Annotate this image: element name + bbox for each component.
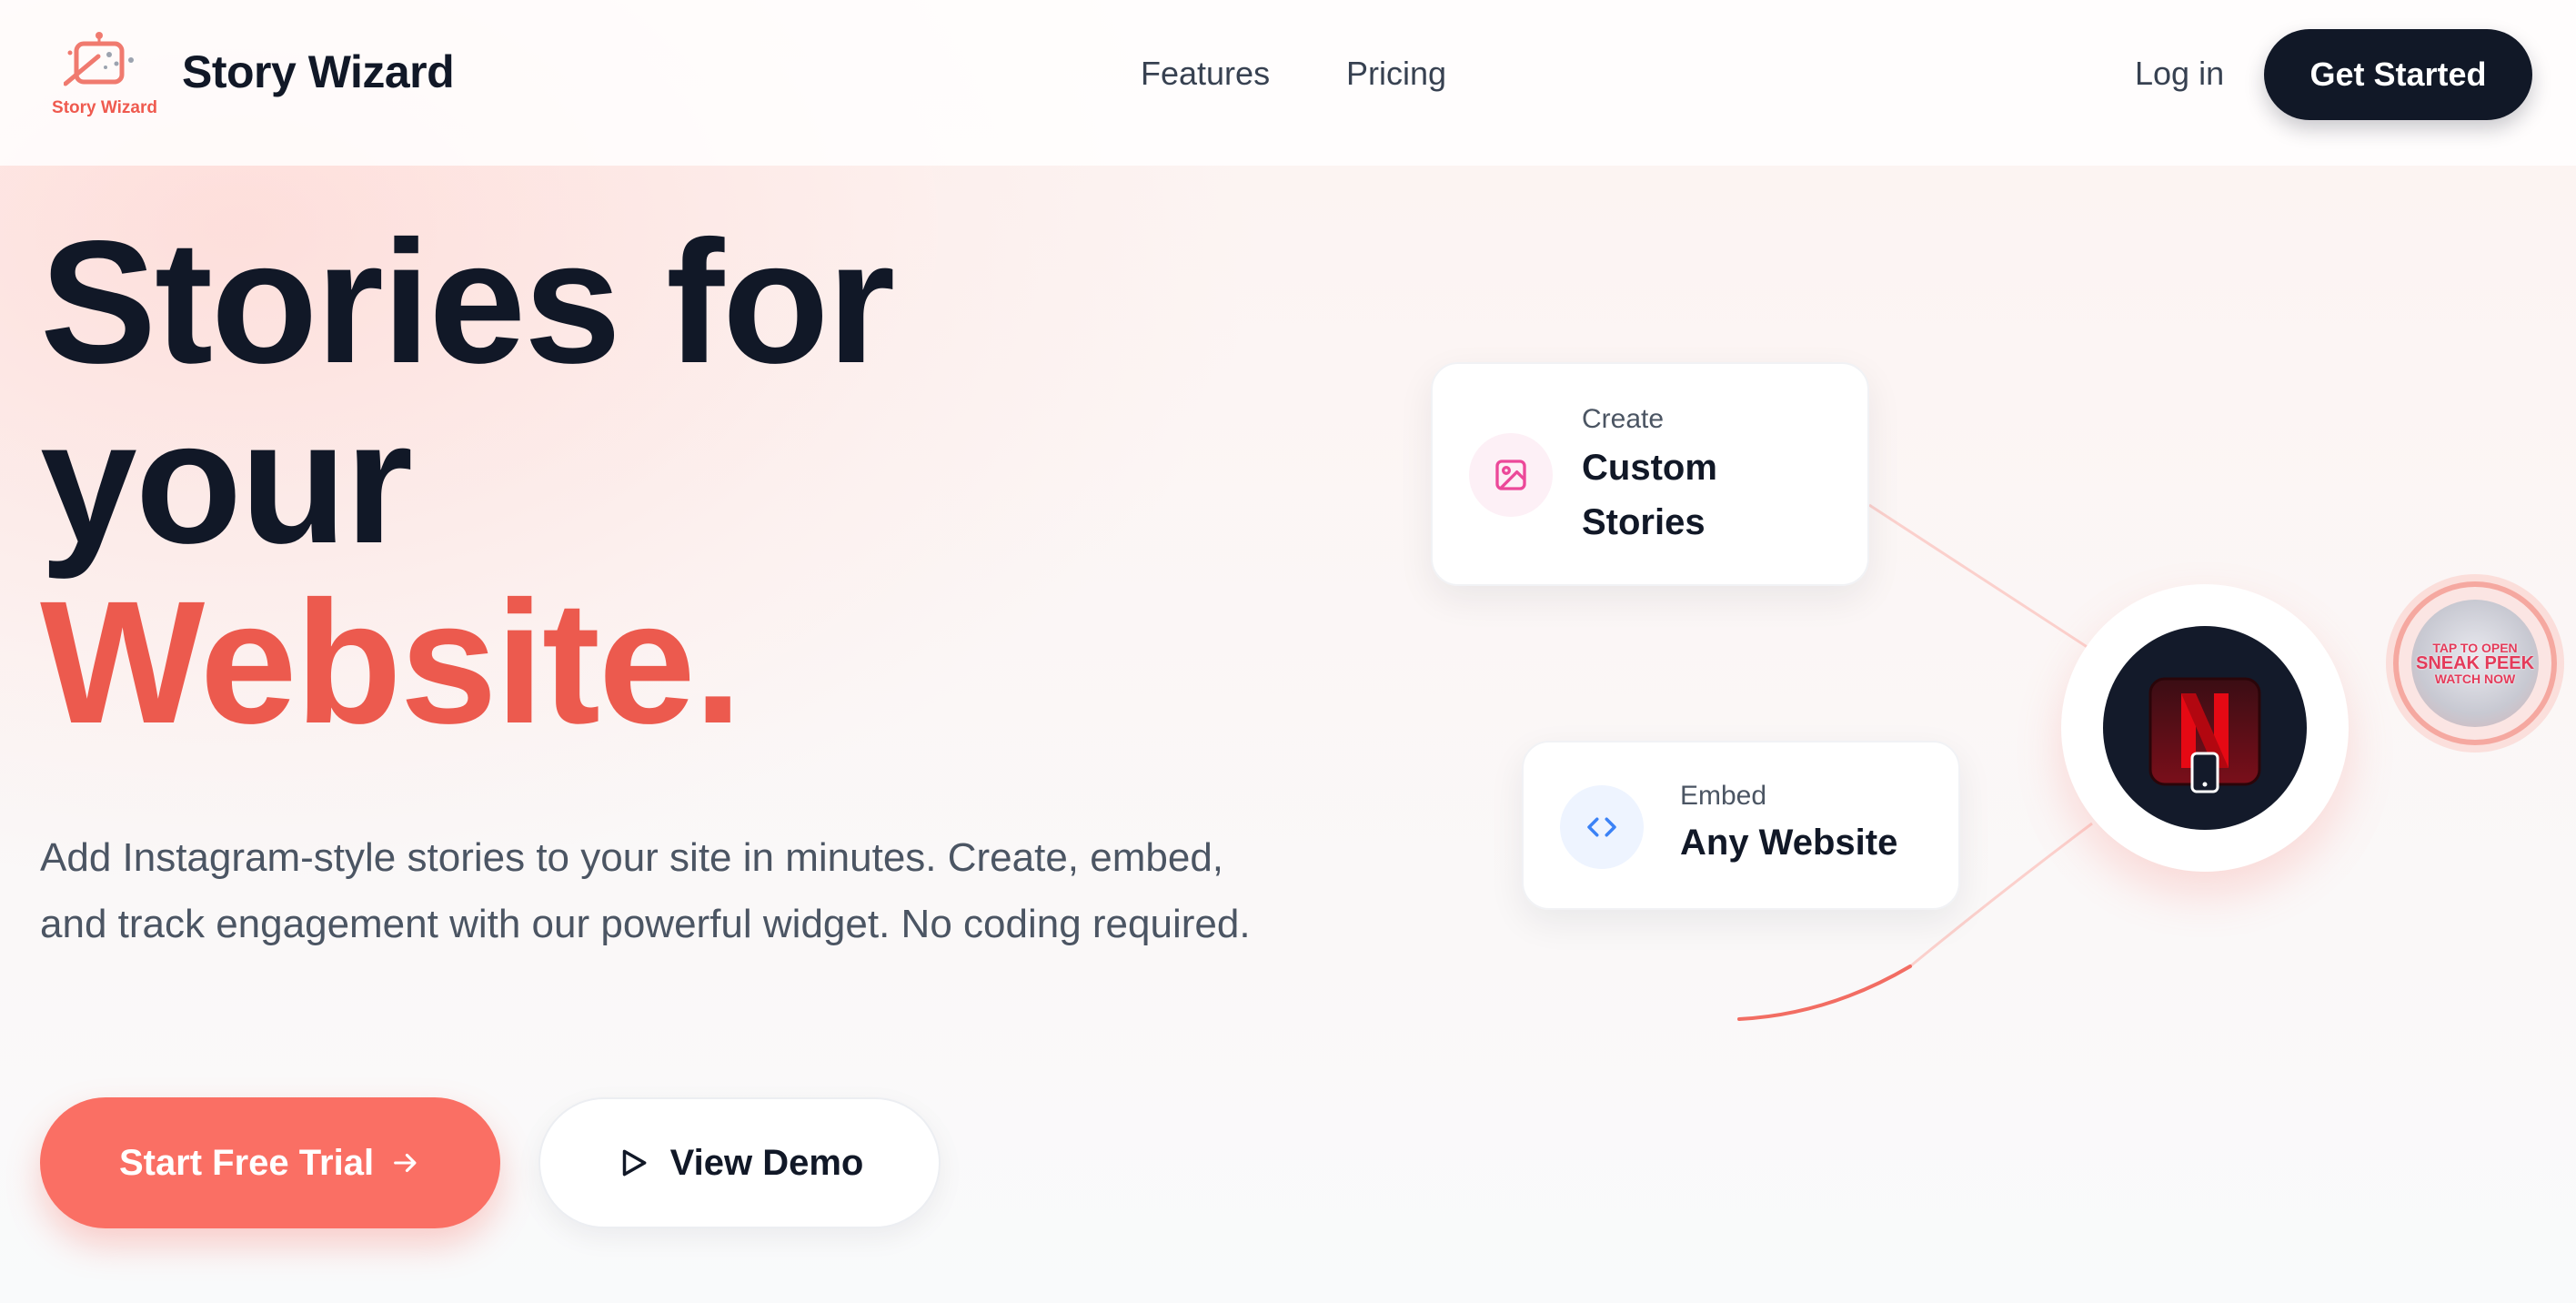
image-icon bbox=[1469, 433, 1553, 517]
card-title-line-1: Custom bbox=[1582, 448, 1717, 488]
card-title-line-2: Stories bbox=[1582, 502, 1706, 542]
top-navbar: Story Wizard Story Wizard Features Prici… bbox=[0, 0, 2576, 166]
story-preview-circle[interactable] bbox=[2061, 584, 2349, 872]
card-kicker-embed: Embed bbox=[1680, 781, 1767, 811]
create-custom-stories-card: Create Custom Stories bbox=[1431, 362, 1869, 586]
magic-wand-tv-icon bbox=[64, 32, 134, 86]
hero-title-line-2: your bbox=[40, 384, 413, 580]
phone-icon bbox=[2190, 752, 2219, 793]
login-link[interactable]: Log in bbox=[2135, 55, 2224, 93]
view-demo-button[interactable]: View Demo bbox=[538, 1097, 941, 1228]
arrow-right-icon bbox=[394, 1153, 417, 1173]
story-preview-thumbnail bbox=[2103, 626, 2307, 830]
play-icon bbox=[622, 1149, 647, 1177]
brand-name[interactable]: Story Wizard bbox=[182, 45, 455, 98]
logo-caption: Story Wizard bbox=[52, 98, 157, 117]
brand-logo[interactable]: Story Wizard bbox=[45, 27, 164, 123]
start-free-trial-label: Start Free Trial bbox=[118, 1142, 375, 1183]
story-bubble-widget[interactable]: TAP TO OPEN SNEAK PEEK WATCH NOW bbox=[2393, 581, 2557, 745]
nav-link-features[interactable]: Features bbox=[1141, 55, 1270, 93]
hero-subtitle: Add Instagram-style stories to your site… bbox=[40, 835, 1251, 946]
hero-title-line-1: Stories for bbox=[40, 204, 895, 399]
story-bubble-preview: TAP TO OPEN SNEAK PEEK WATCH NOW bbox=[2411, 600, 2539, 727]
card-kicker-create: Create bbox=[1582, 404, 1665, 434]
card-title-embed: Any Website bbox=[1680, 823, 1898, 863]
code-icon bbox=[1560, 785, 1644, 869]
embed-any-website-card: Embed Any Website bbox=[1522, 741, 1960, 910]
hero-title-line-3: Website. bbox=[40, 564, 742, 760]
view-demo-label: View Demo bbox=[669, 1142, 864, 1183]
story-bubble-line-2: SNEAK PEEK bbox=[2415, 652, 2535, 673]
nav-link-pricing[interactable]: Pricing bbox=[1346, 55, 1446, 93]
start-free-trial-button[interactable]: Start Free Trial bbox=[40, 1097, 500, 1228]
get-started-button[interactable]: Get Started bbox=[2264, 29, 2532, 120]
story-bubble-line-3: WATCH NOW bbox=[2434, 671, 2516, 686]
